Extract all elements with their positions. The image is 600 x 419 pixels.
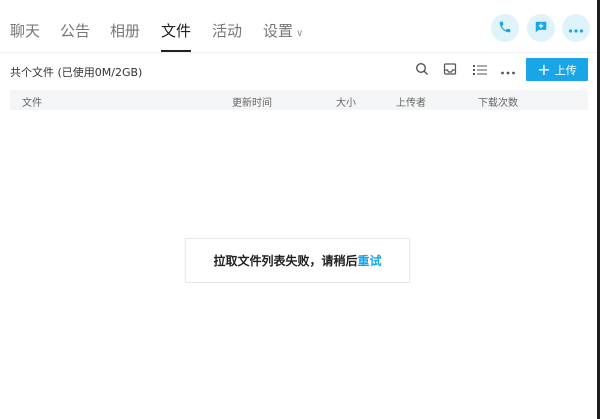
phone-button[interactable] <box>491 14 519 42</box>
tab-album[interactable]: 相册 <box>110 22 140 40</box>
column-updated-time[interactable]: 更新时间 <box>232 94 272 109</box>
list-view-button[interactable] <box>470 60 490 80</box>
search-button[interactable] <box>412 60 432 80</box>
message-button[interactable] <box>527 14 555 42</box>
retry-link[interactable]: 重试 <box>358 252 382 269</box>
phone-icon <box>498 19 512 38</box>
tab-settings-label: 设置 <box>263 22 294 40</box>
error-message: 拉取文件列表失败，请稍后 <box>213 254 358 268</box>
chevron-down-icon: ∨ <box>296 28 304 39</box>
tab-settings[interactable]: 设置 ∨ <box>263 22 303 43</box>
list-view-icon <box>473 61 487 80</box>
toolbar-more-button[interactable] <box>498 60 518 80</box>
upload-label: 上传 <box>554 63 577 77</box>
search-icon <box>415 61 429 80</box>
tab-bar: 聊天 公告 相册 文件 活动 设置 ∨ <box>0 0 597 53</box>
file-count-label: 共个文件 (已使用0M/2GB) <box>10 66 143 79</box>
more-icon <box>500 61 516 80</box>
tab-announcements[interactable]: 公告 <box>60 22 90 40</box>
more-options-button[interactable] <box>562 14 590 42</box>
tab-files[interactable]: 文件 <box>161 22 192 52</box>
column-size[interactable]: 大小 <box>336 94 356 109</box>
error-message-box: 拉取文件列表失败，请稍后 重试 <box>185 238 410 283</box>
more-icon <box>568 19 584 38</box>
upload-button[interactable]: + 上传 <box>526 58 588 81</box>
column-uploader[interactable]: 上传者 <box>396 94 426 109</box>
chat-message-icon <box>534 19 548 38</box>
plus-icon: + <box>537 59 551 79</box>
tab-activities[interactable]: 活动 <box>212 22 242 40</box>
inbox-icon <box>443 61 457 80</box>
tab-chat[interactable]: 聊天 <box>10 22 40 40</box>
column-name[interactable]: 文件 <box>22 94 42 109</box>
file-table-header: 文件 更新时间 大小 上传者 下载次数 <box>10 90 588 110</box>
column-download-count[interactable]: 下载次数 <box>478 94 518 109</box>
inbox-button[interactable] <box>440 60 460 80</box>
